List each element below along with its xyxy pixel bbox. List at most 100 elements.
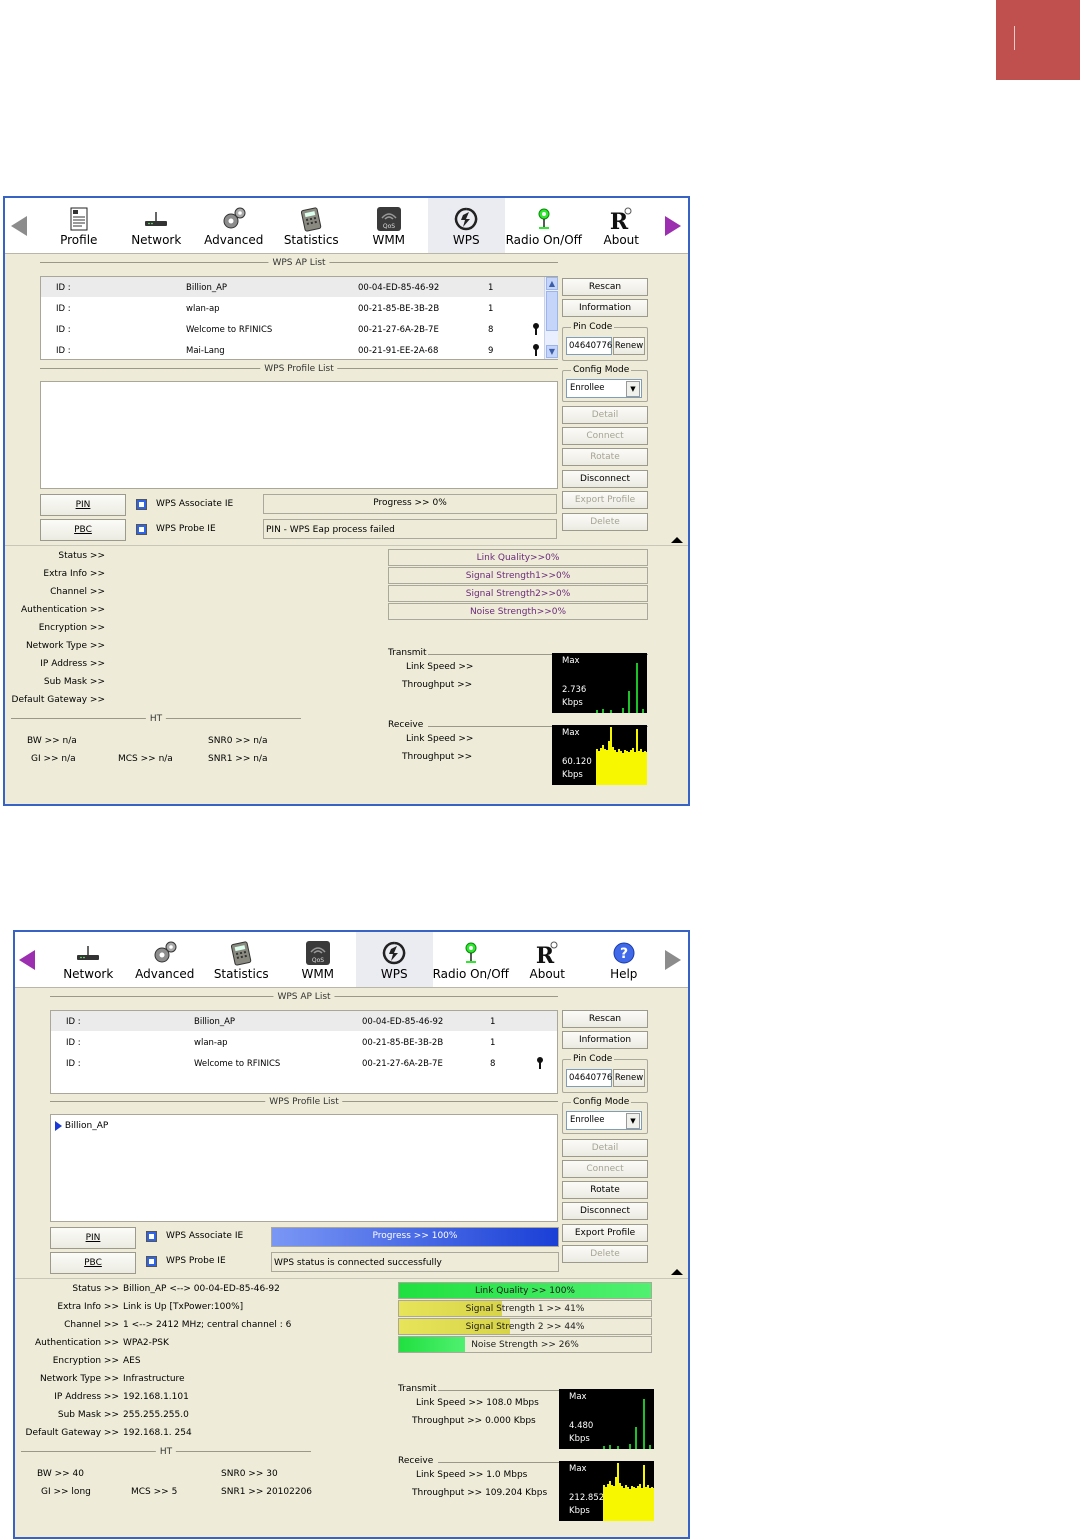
ap-ssid: Billion_AP <box>194 1017 236 1027</box>
scroll-down-icon[interactable]: ▼ <box>546 345 558 358</box>
wps-profile-list[interactable]: Billion_AP <box>50 1114 558 1222</box>
toolbar-label: About <box>529 967 565 981</box>
rotate-button[interactable]: Rotate <box>562 448 648 466</box>
information-button[interactable]: Information <box>562 299 648 317</box>
pin-code-label: Pin Code <box>571 322 615 332</box>
profile-list-item[interactable]: Billion_AP <box>55 1121 108 1132</box>
connect-button[interactable]: Connect <box>562 427 648 445</box>
ap-id-label: ID : <box>66 1038 81 1048</box>
chevron-down-icon[interactable]: ▼ <box>626 1113 640 1129</box>
collapse-arrow-icon[interactable] <box>671 1269 683 1275</box>
toolbar-help[interactable]: ? Help <box>586 932 663 987</box>
chevron-down-icon[interactable]: ▼ <box>626 381 640 397</box>
receive-throughput: Throughput >> 109.204 Kbps <box>412 1488 548 1498</box>
back-arrow-icon[interactable] <box>11 216 27 236</box>
ap-list-row[interactable]: ID : wlan-ap 00-21-85-BE-3B-2B 1 <box>51 1032 557 1052</box>
graph-bar <box>596 710 598 713</box>
receive-link-speed: Link Speed >> 1.0 Mbps <box>416 1470 528 1480</box>
config-mode-select[interactable]: Enrollee ▼ <box>566 379 642 398</box>
toolbar-radio-on-off[interactable]: Radio On/Off <box>433 932 510 987</box>
detail-button[interactable]: Detail <box>562 406 648 424</box>
ap-list-row[interactable]: ID : Billion_AP 00-04-ED-85-46-92 1 <box>41 277 557 297</box>
wps-ap-list[interactable]: ID : Billion_AP 00-04-ED-85-46-92 1 ID : wlan… <box>40 276 558 360</box>
transmit-graph: Max 4.480 Kbps <box>559 1389 654 1449</box>
wps-ap-list[interactable]: ID : Billion_AP 00-04-ED-85-46-92 1 ID : wlan… <box>50 1010 558 1094</box>
ap-ssid: Welcome to RFINICS <box>194 1059 281 1069</box>
forward-arrow-icon[interactable] <box>665 950 681 970</box>
ap-channel: 1 <box>490 1038 496 1048</box>
export-profile-button[interactable]: Export Profile <box>562 1224 648 1242</box>
ap-list-row[interactable]: ID : Mai-Lang 00-21-91-EE-2A-68 9 <box>41 340 557 360</box>
back-arrow-icon[interactable] <box>19 950 35 970</box>
toolbar-statistics[interactable]: Statistics <box>203 932 280 987</box>
ap-list-scrollbar[interactable]: ▲ ▼ <box>544 277 558 359</box>
toolbar-network[interactable]: Network <box>50 932 127 987</box>
ht-section-title: HT <box>11 713 301 724</box>
renew-button[interactable]: Renew <box>613 337 645 355</box>
signal-strength-2-bar: Signal Strength 2 >> 44% <box>398 1318 652 1335</box>
disconnect-button[interactable]: Disconnect <box>562 470 648 488</box>
ap-list-row[interactable]: ID : Welcome to RFINICS 00-21-27-6A-2B-7E 8 <box>41 319 557 339</box>
pin-code-field[interactable]: 04640776 <box>566 1069 612 1087</box>
wps-associate-ie-checkbox[interactable] <box>136 499 147 510</box>
wps-associate-ie-checkbox[interactable] <box>146 1231 157 1242</box>
rescan-button[interactable]: Rescan <box>562 1010 648 1028</box>
ap-id-label: ID : <box>56 304 71 314</box>
wps-probe-ie-checkbox[interactable] <box>136 524 147 535</box>
information-button[interactable]: Information <box>562 1031 648 1049</box>
scroll-thumb[interactable] <box>546 291 558 331</box>
renew-button[interactable]: Renew <box>613 1069 645 1087</box>
toolbar-wps[interactable]: WPS <box>427 198 505 253</box>
pin-button[interactable]: PIN <box>40 494 126 516</box>
export-profile-button[interactable]: Export Profile <box>562 491 648 509</box>
pin-code-field[interactable]: 04640776 <box>566 337 612 355</box>
toolbar-network[interactable]: Network <box>118 198 196 253</box>
ap-list-row[interactable]: ID : Welcome to RFINICS 00-21-27-6A-2B-7E 8 <box>51 1053 557 1073</box>
collapse-arrow-icon[interactable] <box>671 537 683 543</box>
pin-button[interactable]: PIN <box>50 1227 136 1249</box>
receive-graph: Max 212.852 Kbps <box>559 1461 654 1521</box>
graph-bar <box>635 1427 637 1449</box>
toolbar-advanced[interactable]: Advanced <box>127 932 204 987</box>
ht-section-title: HT <box>21 1446 311 1457</box>
toolbar-about[interactable]: R About <box>509 932 586 987</box>
advanced-icon <box>221 206 247 232</box>
rotate-button[interactable]: Rotate <box>562 1181 648 1199</box>
graph-unit: Kbps <box>569 1434 590 1444</box>
toolbar-statistics[interactable]: Statistics <box>273 198 351 253</box>
forward-arrow-icon[interactable] <box>665 216 681 236</box>
scroll-up-icon[interactable]: ▲ <box>546 277 558 290</box>
detail-button[interactable]: Detail <box>562 1139 648 1157</box>
wps-probe-ie-checkbox[interactable] <box>146 1256 157 1267</box>
security-key-icon <box>533 323 539 335</box>
graph-bar <box>603 1446 605 1449</box>
toolbar-profile[interactable]: Profile <box>40 198 118 253</box>
disconnect-button[interactable]: Disconnect <box>562 1202 648 1220</box>
wps-profile-list[interactable] <box>40 381 558 489</box>
delete-button[interactable]: Delete <box>562 513 648 531</box>
wps-progress-bar: Progress >> 100% <box>271 1227 559 1247</box>
ap-list-row[interactable]: ID : Billion_AP 00-04-ED-85-46-92 1 <box>51 1011 557 1031</box>
delete-button[interactable]: Delete <box>562 1245 648 1263</box>
connect-button[interactable]: Connect <box>562 1160 648 1178</box>
status-label-default-gateway: Default Gateway >> <box>11 695 105 705</box>
config-mode-select[interactable]: Enrollee ▼ <box>566 1111 642 1130</box>
graph-bar <box>629 1444 631 1449</box>
toolbar-advanced[interactable]: Advanced <box>195 198 273 253</box>
status-label-status: Status >> <box>72 1284 119 1294</box>
wps-window-connected: Network Advanced Statistics QoS WMM WPS Radio … <box>13 930 690 1539</box>
status-label-network-type: Network Type >> <box>39 1374 119 1384</box>
pbc-button[interactable]: PBC <box>50 1252 136 1274</box>
graph-bar <box>642 709 644 713</box>
toolbar-wmm[interactable]: QoS WMM <box>280 932 357 987</box>
pbc-button[interactable]: PBC <box>40 519 126 541</box>
toolbar-about[interactable]: R About <box>583 198 661 253</box>
toolbar-wps[interactable]: WPS <box>356 932 433 987</box>
ap-list-row[interactable]: ID : wlan-ap 00-21-85-BE-3B-2B 1 <box>41 298 557 318</box>
toolbar-wmm[interactable]: QoS WMM <box>350 198 428 253</box>
radio-icon <box>458 940 484 966</box>
toolbar-radio-on-off[interactable]: Radio On/Off <box>505 198 583 253</box>
rescan-button[interactable]: Rescan <box>562 278 648 296</box>
graph-bar <box>636 663 638 713</box>
config-mode-group: Config Mode Enrollee ▼ <box>562 1097 648 1134</box>
